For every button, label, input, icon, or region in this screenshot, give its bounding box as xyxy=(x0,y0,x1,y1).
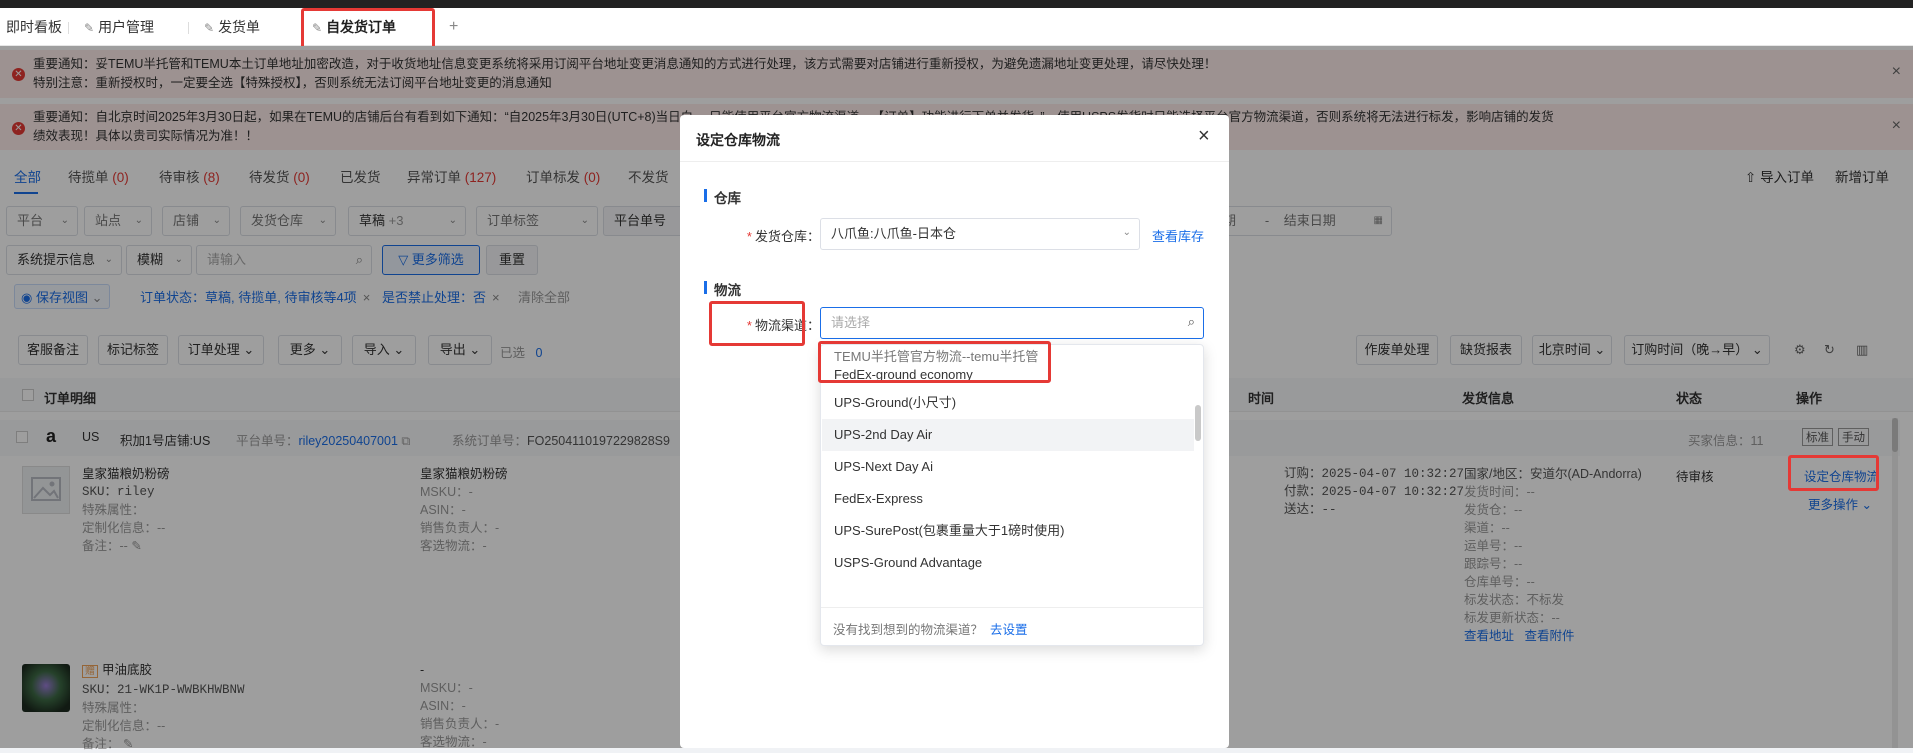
tab-label: 自发货订单 xyxy=(326,19,397,35)
go-setup-link[interactable]: 去设置 xyxy=(990,623,1028,637)
view-stock-link[interactable]: 查看库存 xyxy=(1152,226,1204,245)
warehouse-section-title: 仓库 xyxy=(714,191,741,206)
required-mark: * xyxy=(746,229,752,244)
warehouse-label: * 发货仓库： xyxy=(734,226,820,245)
required-mark: * xyxy=(746,318,752,333)
channel-option[interactable]: USPS-Ground Advantage xyxy=(822,547,1194,579)
channel-dropdown: TEMU半托管官方物流--temu半托管 FedEx-ground econom… xyxy=(820,344,1204,646)
tab-label: 即时看板 xyxy=(6,19,62,35)
pin-icon: ✎ xyxy=(204,21,215,35)
chevron-down-icon: ⌄ xyxy=(1122,227,1131,238)
tab-self-ship-orders[interactable]: ✎ 自发货订单 xyxy=(312,8,396,46)
dialog-title: 设定仓库物流 xyxy=(696,132,780,148)
dropdown-scrollbar-thumb[interactable] xyxy=(1195,405,1201,441)
label-text: 物流渠道： xyxy=(754,318,820,333)
channel-option[interactable]: UPS-2nd Day Air xyxy=(822,419,1194,451)
tab-label: 用户管理 xyxy=(98,19,155,35)
dropdown-footer: 没有找到想到的物流渠道？ 去设置 xyxy=(833,619,1027,638)
page-tab-bar: 即时看板 ✎ 用户管理 ✎ 发货单 ✎ 自发货订单 + xyxy=(0,8,1913,46)
tab-user-management[interactable]: ✎ 用户管理 xyxy=(84,8,154,46)
channel-option[interactable]: UPS-Ground(小尺寸) xyxy=(822,387,1194,419)
tab-divider xyxy=(188,22,189,34)
link-label: 查看库存 xyxy=(1152,229,1205,244)
pin-icon: ✎ xyxy=(312,21,323,35)
window-top-strip xyxy=(0,0,1913,8)
channel-select-input[interactable]: 请选择 ⌕ xyxy=(820,307,1204,339)
channel-option[interactable]: UPS-Next Day Ai xyxy=(822,451,1194,483)
add-tab-button[interactable]: + xyxy=(449,8,458,46)
dialog-divider xyxy=(680,161,1229,162)
tab-divider xyxy=(68,22,69,34)
footer-text: 没有找到想到的物流渠道？ xyxy=(833,623,984,637)
select-value: 八爪鱼:八爪鱼-日本仓 xyxy=(831,226,956,241)
label-text: 发货仓库： xyxy=(754,229,820,244)
input-placeholder: 请选择 xyxy=(831,315,871,330)
channel-label: * 物流渠道： xyxy=(734,315,820,334)
tab-dashboard[interactable]: 即时看板 xyxy=(6,8,62,46)
channel-option[interactable]: UPS-SurePost(包裹重量大于1磅时使用) xyxy=(822,515,1194,547)
tab-shipment[interactable]: ✎ 发货单 xyxy=(204,8,260,46)
section-bar xyxy=(704,189,707,202)
section-bar xyxy=(704,281,707,294)
dropdown-divider xyxy=(821,607,1203,608)
close-icon[interactable]: × xyxy=(1198,125,1210,148)
tab-label: 发货单 xyxy=(218,19,261,35)
pin-icon: ✎ xyxy=(84,21,95,35)
search-icon: ⌕ xyxy=(1187,314,1195,329)
channel-option[interactable]: FedEx-Express xyxy=(822,483,1194,515)
warehouse-select[interactable]: 八爪鱼:八爪鱼-日本仓 ⌄ xyxy=(820,218,1140,250)
logistics-section-title: 物流 xyxy=(714,283,741,298)
